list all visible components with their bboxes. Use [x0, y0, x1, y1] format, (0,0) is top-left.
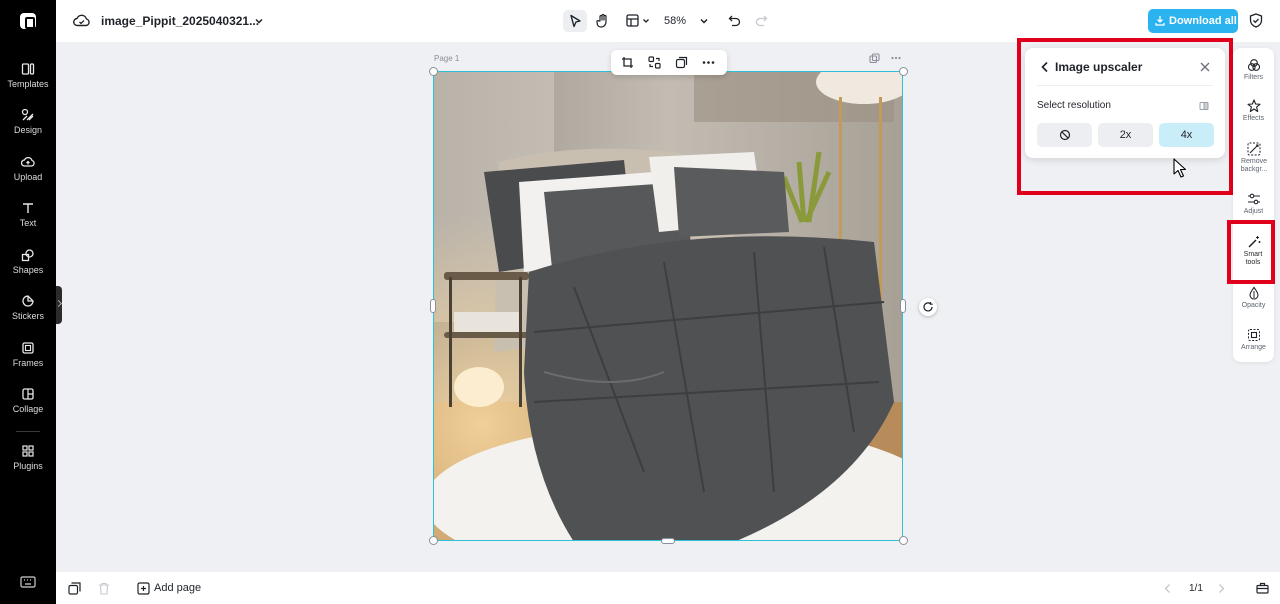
- cloud-sync-icon[interactable]: [73, 13, 90, 28]
- effects-icon: [1246, 99, 1261, 113]
- keyboard-shortcuts-icon[interactable]: [20, 576, 36, 588]
- sidebar-item-label: Templates: [7, 79, 49, 89]
- prev-page-icon[interactable]: [1163, 583, 1172, 594]
- stickers-icon: [22, 295, 34, 307]
- shapes-icon: [21, 249, 34, 262]
- toolbar-item-adjust[interactable]: Adjust: [1233, 192, 1274, 216]
- right-toolbar: Filters Effects Remove backgr... Adjust …: [1233, 48, 1274, 362]
- file-name[interactable]: image_Pippit_2025040321...: [101, 14, 259, 28]
- next-page-icon[interactable]: [1217, 583, 1226, 594]
- adjust-sliders-icon: [1247, 193, 1260, 205]
- zoom-level[interactable]: 58%: [664, 15, 686, 27]
- collage-icon: [22, 388, 34, 400]
- rotate-icon: [923, 302, 933, 312]
- arrange-icon: [1247, 329, 1260, 341]
- sidebar-item-text[interactable]: Text: [0, 201, 56, 228]
- resize-handle-right[interactable]: [900, 299, 906, 313]
- resize-handle-top-left[interactable]: [429, 67, 438, 76]
- top-bar: image_Pippit_2025040321... 58% Download …: [56, 0, 1280, 42]
- add-page-button[interactable]: Add page: [154, 582, 201, 594]
- filters-icon: [1247, 59, 1260, 71]
- sidebar-item-collage[interactable]: Collage: [0, 387, 56, 414]
- toolbar-item-remove-background[interactable]: Remove backgr...: [1233, 142, 1274, 174]
- remove-background-icon: [1247, 142, 1260, 156]
- redo-icon[interactable]: [755, 14, 768, 27]
- resize-handle-top-right[interactable]: [899, 67, 908, 76]
- duplicate-page-icon[interactable]: [869, 53, 880, 64]
- toolbar-item-label: Filters: [1243, 74, 1264, 81]
- plugins-icon: [22, 445, 34, 457]
- bottom-bar: Add page 1/1: [56, 572, 1280, 604]
- resize-handle-left[interactable]: [430, 299, 436, 313]
- text-icon: [23, 203, 33, 213]
- toolbar-item-label: Effects: [1242, 115, 1265, 122]
- add-page-icon[interactable]: [137, 582, 150, 595]
- page-label: Page 1: [434, 54, 460, 63]
- download-icon: [1155, 16, 1165, 26]
- select-pointer-icon[interactable]: [569, 14, 582, 28]
- download-all-label: Download all: [1169, 15, 1237, 27]
- sidebar-divider: [16, 431, 40, 432]
- canvas-page[interactable]: [433, 71, 903, 541]
- undo-icon[interactable]: [728, 14, 741, 27]
- left-sidebar: Templates Design Upload Text Shapes Stic…: [0, 0, 56, 604]
- replace-image-icon[interactable]: [648, 56, 661, 69]
- shield-check-icon[interactable]: [1249, 13, 1263, 28]
- trash-icon[interactable]: [98, 582, 110, 595]
- sidebar-item-label: Text: [19, 218, 37, 228]
- sidebar-collapse-toggle[interactable]: [56, 286, 62, 324]
- hand-pan-icon[interactable]: [596, 13, 610, 28]
- sidebar-item-label: Design: [13, 125, 42, 135]
- image-floating-toolbar: [611, 50, 727, 75]
- sidebar-item-templates[interactable]: Templates: [0, 62, 56, 89]
- sidebar-item-frames[interactable]: Frames: [0, 341, 56, 368]
- crop-icon[interactable]: [621, 56, 634, 69]
- toolbar-item-label: Remove backgr...: [1240, 158, 1268, 173]
- layout-icon[interactable]: [626, 14, 639, 27]
- frames-icon: [22, 342, 34, 354]
- annotation-highlight-smart-tools: [1227, 220, 1275, 284]
- chevron-down-icon[interactable]: [642, 17, 650, 25]
- page-counter: 1/1: [1189, 583, 1203, 594]
- toolbar-item-opacity[interactable]: Opacity: [1233, 286, 1274, 310]
- upload-icon: [21, 156, 35, 167]
- page-more-icon[interactable]: [891, 55, 901, 61]
- sidebar-item-label: Plugins: [13, 461, 43, 471]
- briefcase-icon[interactable]: [1256, 582, 1269, 594]
- more-options-icon[interactable]: [702, 60, 715, 65]
- sidebar-item-shapes[interactable]: Shapes: [0, 248, 56, 275]
- toolbar-item-label: Opacity: [1241, 302, 1266, 309]
- annotation-highlight-upscaler: [1017, 38, 1233, 195]
- chevron-down-icon[interactable]: [699, 16, 709, 26]
- sidebar-item-upload[interactable]: Upload: [0, 155, 56, 182]
- app-logo-icon[interactable]: [20, 13, 36, 29]
- toolbar-item-label: Arrange: [1241, 344, 1266, 351]
- mouse-cursor-icon: [1173, 158, 1187, 178]
- sidebar-item-label: Frames: [12, 358, 44, 368]
- resize-handle-bottom-left[interactable]: [429, 536, 438, 545]
- rotate-handle[interactable]: [919, 298, 937, 316]
- sidebar-item-label: Upload: [13, 172, 43, 182]
- bedroom-image[interactable]: [434, 72, 903, 541]
- resize-handle-bottom[interactable]: [661, 538, 675, 544]
- toolbar-item-arrange[interactable]: Arrange: [1233, 328, 1274, 352]
- chevron-down-icon[interactable]: [254, 16, 264, 26]
- sidebar-item-label: Shapes: [12, 265, 44, 275]
- templates-icon: [21, 63, 35, 75]
- sidebar-item-label: Collage: [12, 404, 44, 414]
- resize-handle-bottom-right[interactable]: [899, 536, 908, 545]
- toolbar-item-effects[interactable]: Effects: [1233, 99, 1274, 123]
- sidebar-item-stickers[interactable]: Stickers: [0, 294, 56, 321]
- sidebar-item-plugins[interactable]: Plugins: [0, 444, 56, 471]
- sidebar-item-design[interactable]: Design: [0, 108, 56, 135]
- layers-icon[interactable]: [68, 582, 81, 595]
- opacity-drop-icon: [1248, 286, 1259, 300]
- sidebar-item-label: Stickers: [11, 311, 44, 321]
- toolbar-item-filters[interactable]: Filters: [1233, 58, 1274, 82]
- copy-icon[interactable]: [675, 56, 688, 69]
- toolbar-item-label: Adjust: [1243, 208, 1264, 215]
- design-icon: [21, 108, 34, 121]
- download-all-button[interactable]: Download all: [1148, 9, 1238, 33]
